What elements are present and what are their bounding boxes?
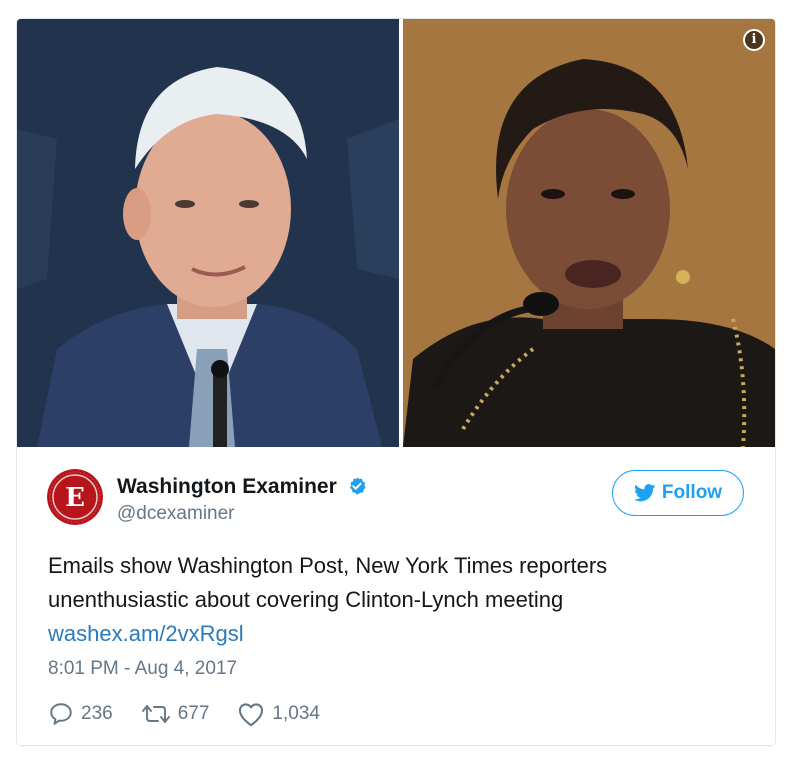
media-photo-left[interactable]: [17, 19, 399, 447]
retweet-button[interactable]: 677: [141, 702, 210, 726]
author-name-text[interactable]: Washington Examiner: [117, 475, 337, 498]
like-count: 1,034: [272, 703, 320, 724]
tweet-timestamp[interactable]: 8:01 PM - Aug 4, 2017: [48, 655, 237, 683]
follow-button[interactable]: Follow: [612, 470, 744, 516]
woman-portrait-image: [403, 19, 775, 447]
twitter-bird-icon: [633, 484, 656, 502]
tweet-card: i E Washington Examiner @dcexaminer Foll…: [16, 18, 776, 746]
author-handle[interactable]: @dcexaminer: [117, 503, 235, 525]
info-icon[interactable]: i: [743, 29, 765, 51]
tweet-text: Emails show Washington Post, New York Ti…: [48, 553, 608, 612]
washington-examiner-logo-icon: E: [47, 469, 103, 525]
man-portrait-image: [17, 19, 399, 447]
reply-icon: [50, 703, 72, 725]
tweet-author: E Washington Examiner @dcexaminer: [47, 467, 467, 527]
retweet-icon: [141, 705, 170, 723]
verified-badge-icon: [349, 477, 366, 495]
heart-icon: [239, 703, 264, 727]
reply-button[interactable]: 236: [48, 701, 113, 727]
follow-label[interactable]: Follow: [662, 482, 722, 504]
tweet-actions: 236 677 1,034: [48, 699, 348, 729]
reply-count: 236: [81, 703, 113, 724]
tweet-media[interactable]: i: [17, 19, 775, 447]
retweet-count: 677: [177, 703, 210, 724]
media-photo-right[interactable]: [403, 19, 775, 447]
avatar[interactable]: E: [47, 469, 103, 525]
svg-text:E: E: [65, 483, 85, 513]
like-button[interactable]: 1,034: [237, 701, 320, 727]
tweet-link[interactable]: washex.am/2vxRgsl: [48, 617, 244, 651]
author-name[interactable]: Washington Examiner: [117, 475, 367, 499]
